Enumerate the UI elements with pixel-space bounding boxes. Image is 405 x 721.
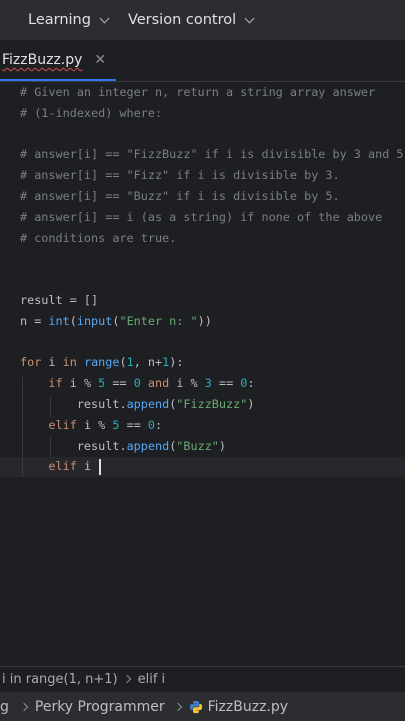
chevron-right-icon: [19, 702, 29, 711]
status-item-truncated[interactable]: g: [0, 699, 9, 715]
code-line: # answer[i] == i (as a string) if none o…: [20, 209, 383, 224]
code-line: # answer[i] == "FizzBuzz" if i is divisi…: [20, 147, 405, 162]
chevron-down-icon: [99, 13, 110, 23]
learning-menu-label: Learning: [28, 12, 91, 28]
breadcrumb: i in range(1, n+1) elif i: [0, 666, 405, 691]
breadcrumb-item-loop[interactable]: i in range(1, n+1): [2, 672, 118, 687]
code-line: result.append("FizzBuzz"): [76, 397, 255, 411]
code-line: for i in range(1, n+1):: [20, 355, 184, 370]
close-icon[interactable]: ✕: [94, 52, 106, 68]
text-caret: [99, 458, 102, 475]
tab-label: FizzBuzz.py: [2, 52, 83, 68]
code-line: result.append("Buzz"): [76, 438, 227, 453]
editor-tab-bar: FizzBuzz.py ✕: [0, 41, 405, 82]
status-item-file[interactable]: FizzBuzz.py: [208, 699, 288, 715]
code-line: elif i % 5 == 0:: [48, 417, 163, 432]
code-line: # (1-indexed) where:: [20, 105, 163, 120]
python-icon: [189, 700, 202, 713]
status-item-project[interactable]: Perky Programmer: [35, 699, 165, 715]
tab-fizzbuzz-py[interactable]: FizzBuzz.py ✕: [0, 41, 117, 81]
status-bar: g Perky Programmer FizzBuzz.py: [0, 691, 405, 721]
chevron-right-icon: [173, 702, 182, 711]
chevron-down-icon: [244, 13, 255, 23]
top-toolbar: Learning Version control: [0, 0, 405, 41]
code-line: # answer[i] == "Buzz" if i is divisible …: [20, 189, 340, 203]
code-line: if i % 5 == 0 and i % 3 == 0:: [48, 376, 255, 391]
learning-menu[interactable]: Learning: [28, 0, 110, 40]
code-editor[interactable]: # Given an integer n, return a string ar…: [0, 82, 405, 664]
code-line: n = int(input("Enter n: ")): [20, 313, 212, 328]
breadcrumb-item-elif[interactable]: elif i: [138, 672, 166, 687]
version-control-menu[interactable]: Version control: [127, 0, 255, 40]
chevron-right-icon: [122, 674, 131, 684]
code-line: # answer[i] == "Fizz" if i is divisible …: [20, 168, 340, 183]
code-line: # Given an integer n, return a string ar…: [20, 85, 376, 99]
code-line: elif i: [20, 456, 102, 476]
code-line: # conditions are true.: [20, 230, 177, 245]
version-control-menu-label: Version control: [127, 12, 237, 28]
code-line: result = []: [20, 293, 99, 307]
